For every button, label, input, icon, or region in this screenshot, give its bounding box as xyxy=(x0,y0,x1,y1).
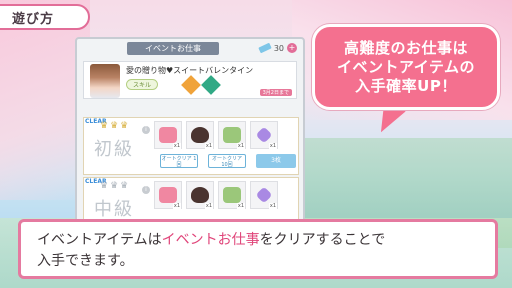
chocolate-heart-icon xyxy=(191,187,209,203)
reward-item[interactable]: x1 xyxy=(186,121,214,149)
use-tickets-button[interactable]: 3枚 xyxy=(256,154,296,168)
green-gem-icon xyxy=(223,187,241,203)
screen-title-tab: 遊び方 xyxy=(0,4,90,30)
pink-heart-icon xyxy=(159,187,177,203)
crown-icon: ♛ xyxy=(120,181,129,191)
bubble-line-3: 入手確率UP！ xyxy=(355,76,457,95)
info-icon[interactable]: i xyxy=(142,126,150,134)
crown-icon: ♛ xyxy=(110,181,119,191)
caption-line-2: 入手できます。 xyxy=(37,253,134,269)
caption-highlight: イベントお仕事 xyxy=(161,232,260,248)
caption-text: をクリアすることで xyxy=(259,232,386,248)
crown-rating: ♛ ♛ ♛ xyxy=(100,181,128,191)
ticket-counter: 30 + xyxy=(258,42,297,54)
plus-icon[interactable]: + xyxy=(287,43,297,53)
chocolate-heart-icon xyxy=(191,127,209,143)
tutorial-caption[interactable]: イベントアイテムはイベントお仕事をクリアすることで 入手できます。 xyxy=(18,219,498,279)
avatar xyxy=(90,64,120,98)
event-work-panel: イベントお仕事 30 + 愛の贈り物♥スイートバレンタイン スキル 3月2日まで… xyxy=(75,37,305,227)
reward-items: x1 x1 x1 x1 xyxy=(154,181,278,209)
bubble-line-2: イベントアイテムの xyxy=(336,57,475,76)
purple-gem-icon xyxy=(255,126,273,144)
caption-line-1: イベントアイテムはイベントお仕事をクリアすることで xyxy=(37,230,479,251)
reward-item[interactable]: x1 xyxy=(250,181,278,209)
reward-items: x1 x1 x1 x1 xyxy=(154,121,278,149)
ticket-icon xyxy=(258,42,272,54)
info-icon[interactable]: i xyxy=(142,186,150,194)
skill-icon-green xyxy=(201,75,221,95)
skill-tag: スキル xyxy=(126,79,159,90)
bubble-line-1: 高難度のお仕事は xyxy=(343,38,468,57)
skill-icon-orange xyxy=(181,75,201,95)
crown-icon: ♛ xyxy=(100,181,109,191)
reward-item[interactable]: x1 xyxy=(154,181,182,209)
panel-header: イベントお仕事 30 + xyxy=(77,39,303,57)
green-gem-icon xyxy=(223,127,241,143)
screen-title: 遊び方 xyxy=(12,11,55,27)
purple-gem-icon xyxy=(255,186,273,204)
crown-rating: ♛ ♛ ♛ xyxy=(100,121,128,131)
reward-item[interactable]: x1 xyxy=(186,181,214,209)
reward-item[interactable]: x1 xyxy=(250,121,278,149)
level-row-beginner[interactable]: CLEAR ♛ ♛ ♛ 初級 i x1 x1 x1 x1 オートクリア 1回 オ… xyxy=(83,117,299,175)
level-name: 中級 xyxy=(94,199,134,220)
panel-header-title: イベントお仕事 xyxy=(127,41,219,55)
crown-icon: ♛ xyxy=(110,121,119,131)
caption-text: イベントアイテムは xyxy=(37,232,162,248)
pink-heart-icon xyxy=(159,127,177,143)
expiry-label: 3月2日まで xyxy=(259,89,292,96)
reward-item[interactable]: x1 xyxy=(154,121,182,149)
event-card[interactable]: 愛の贈り物♥スイートバレンタイン スキル 3月2日まで xyxy=(83,61,297,99)
speech-bubble: 高難度のお仕事は イベントアイテムの 入手確率UP！ xyxy=(312,24,500,110)
event-title: 愛の贈り物♥スイートバレンタイン xyxy=(126,66,254,75)
ticket-count: 30 xyxy=(273,43,284,53)
crown-icon: ♛ xyxy=(100,121,109,131)
reward-item[interactable]: x1 xyxy=(218,181,246,209)
reward-item[interactable]: x1 xyxy=(218,121,246,149)
level-name: 初級 xyxy=(94,139,134,160)
auto-clear-10-button[interactable]: オートクリア 10回 xyxy=(208,154,246,168)
crown-icon: ♛ xyxy=(120,121,129,131)
auto-clear-1-button[interactable]: オートクリア 1回 xyxy=(160,154,198,168)
